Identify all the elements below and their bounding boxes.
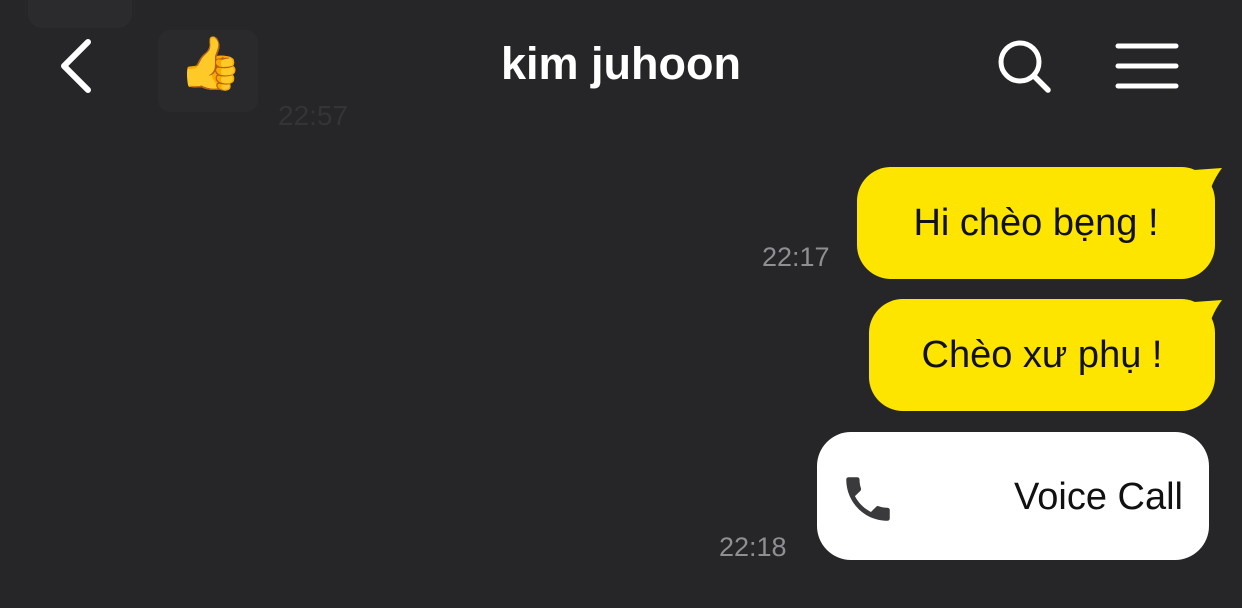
message-bubble[interactable]: Hi chèo bẹng ! [857, 167, 1215, 279]
chevron-left-icon [61, 39, 91, 93]
chat-header: kim juhoon [0, 0, 1242, 140]
voice-call-label: Voice Call [1014, 476, 1183, 518]
bubble-tail [1194, 300, 1222, 328]
message-bubble[interactable]: Chèo xư phụ ! [869, 299, 1215, 411]
back-button[interactable] [50, 30, 110, 102]
menu-button[interactable] [1110, 38, 1182, 94]
message-text: Chèo xư phụ ! [921, 333, 1163, 376]
hamburger-menu-icon [1115, 43, 1179, 89]
message-time: 22:17 [762, 242, 830, 272]
message-text: Hi chèo bẹng ! [913, 201, 1159, 244]
search-button[interactable] [992, 36, 1058, 96]
search-icon [998, 40, 1051, 93]
voice-call-card[interactable]: Voice Call [817, 432, 1209, 560]
call-time: 22:18 [719, 532, 787, 562]
phone-icon [846, 477, 890, 521]
bubble-tail [1194, 168, 1222, 196]
